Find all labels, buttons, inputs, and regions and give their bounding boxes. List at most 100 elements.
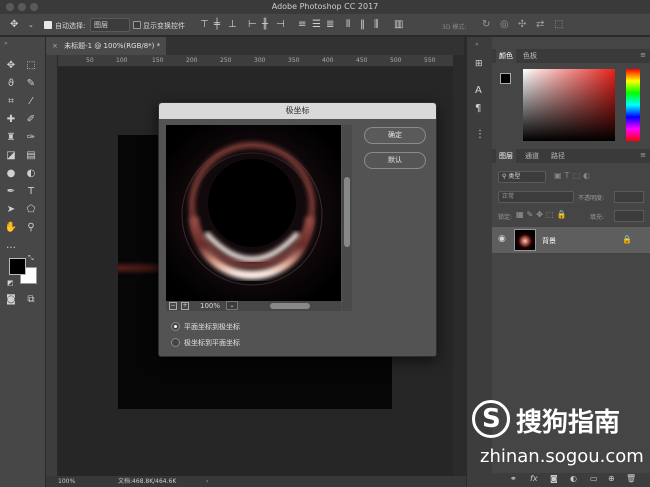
preview-vertical-scrollbar[interactable] (342, 125, 352, 311)
align-top-icon[interactable]: ⊤ (200, 19, 209, 30)
zoom-in-button[interactable]: + (181, 302, 189, 310)
dodge-tool-icon[interactable]: ◐ (24, 167, 38, 181)
paragraph-panel-icon[interactable]: ¶ (475, 103, 481, 114)
hue-slider[interactable] (626, 69, 640, 141)
eraser-tool-icon[interactable]: ◪ (4, 149, 18, 163)
scroll-thumb[interactable] (344, 177, 350, 247)
default-button[interactable]: 默认 (364, 152, 426, 169)
drag-3d-icon[interactable]: ✣ (518, 19, 526, 30)
swap-colors-icon[interactable]: ⤡ (28, 254, 34, 263)
panel-menu-icon[interactable]: ≡ (640, 51, 646, 59)
eyedropper-tool-icon[interactable]: ⁄ (24, 95, 38, 109)
ruler-tick: 350 (288, 57, 300, 64)
blend-mode-dropdown[interactable]: 正常 (498, 191, 574, 203)
ok-button[interactable]: 确定 (364, 127, 426, 144)
foreground-color-swatch[interactable] (9, 258, 26, 275)
gradient-tool-icon[interactable]: ▤ (24, 149, 38, 163)
chevron-down-icon[interactable]: ⌄ (28, 21, 34, 29)
tab-color[interactable]: 颜色 (496, 49, 516, 63)
auto-select-dropdown[interactable]: 图层 (90, 18, 130, 32)
file-size-info[interactable]: 文档:468.8K/464.6K (118, 476, 176, 487)
scale-3d-icon[interactable]: ⬚ (554, 19, 563, 30)
horizontal-scroll-thumb[interactable] (270, 303, 310, 309)
zoom-level[interactable]: 100% (58, 476, 75, 487)
more-tools-icon[interactable]: … (4, 239, 18, 253)
color-foreground-swatch[interactable] (500, 73, 511, 84)
zoom-dropdown-icon[interactable]: ⌄ (226, 301, 238, 310)
horizontal-ruler: 50 100 150 200 250 300 350 400 450 500 5… (58, 55, 453, 67)
lock-label: 锁定: (498, 214, 513, 221)
tab-channels[interactable]: 通道 (522, 149, 542, 163)
character-panel-icon[interactable]: A (475, 85, 482, 96)
visibility-eye-icon[interactable]: ◉ (498, 234, 506, 244)
screen-mode-icon[interactable]: ⧉ (24, 293, 38, 307)
distribute-right-icon[interactable]: ⫼ (374, 19, 379, 30)
auto-align-icon[interactable]: ▥ (394, 19, 403, 30)
rect-to-polar-label[interactable]: 平面坐标到极坐标 (184, 322, 240, 332)
ruler-tick: 200 (186, 57, 198, 64)
filter-preview[interactable] (166, 125, 341, 301)
fill-field[interactable] (614, 210, 644, 222)
rect-to-polar-radio[interactable] (171, 322, 180, 331)
history-panel-icon[interactable]: ⊞ (475, 59, 483, 69)
zoom-out-button[interactable]: − (169, 302, 177, 310)
rotate-3d-icon[interactable]: ↻ (482, 19, 490, 30)
hand-tool-icon[interactable]: ✋ (4, 221, 18, 235)
distribute-left-icon[interactable]: ⫴ (346, 19, 350, 30)
filter-icons[interactable]: ▣T⬚◐ (554, 171, 593, 180)
collapse-icon[interactable]: » (4, 40, 8, 47)
zoom-window-icon[interactable] (30, 3, 38, 11)
distribute-vcenter-icon[interactable]: ☰ (312, 19, 321, 30)
collapse-icon[interactable]: « (475, 41, 479, 48)
lock-icons[interactable]: ▦✎✥⬚🔒 (516, 210, 569, 219)
ruler-tick: 500 (390, 57, 402, 64)
move-tool-icon[interactable]: ✥ (4, 59, 18, 73)
layer-name[interactable]: 背景 (542, 236, 556, 246)
close-window-icon[interactable] (6, 3, 14, 11)
tab-paths[interactable]: 路径 (548, 149, 568, 163)
stamp-tool-icon[interactable]: ♜ (4, 131, 18, 145)
pen-tool-icon[interactable]: ✒ (4, 185, 18, 199)
panel-menu-icon[interactable]: ≡ (640, 151, 646, 159)
polar-to-rect-radio[interactable] (171, 338, 180, 347)
polar-to-rect-label[interactable]: 极坐标到平面坐标 (184, 338, 240, 348)
close-tab-icon[interactable]: × (52, 42, 58, 50)
properties-panel-icon[interactable]: ⋮ (475, 129, 485, 140)
healing-brush-tool-icon[interactable]: ✚ (4, 113, 18, 127)
color-picker-field[interactable] (523, 69, 615, 141)
default-colors-icon[interactable]: ◩ (7, 279, 14, 287)
history-brush-tool-icon[interactable]: ✑ (24, 131, 38, 145)
crop-tool-icon[interactable]: ⌗ (4, 95, 18, 109)
minimize-window-icon[interactable] (18, 3, 26, 11)
distribute-bottom-icon[interactable]: ≣ (326, 19, 334, 30)
lasso-tool-icon[interactable]: ϑ (4, 77, 18, 91)
marquee-tool-icon[interactable]: ⬚ (24, 59, 38, 73)
slide-3d-icon[interactable]: ⇄ (536, 19, 544, 30)
tab-layers[interactable]: 图层 (496, 149, 516, 163)
align-hcenter-icon[interactable]: ╫ (262, 19, 268, 30)
distribute-top-icon[interactable]: ≡ (298, 19, 306, 30)
layer-filter-dropdown[interactable]: ⚲ 类型 (498, 171, 546, 183)
shape-tool-icon[interactable]: ⬠ (24, 203, 38, 217)
quick-mask-icon[interactable]: ◙ (4, 293, 18, 307)
path-select-tool-icon[interactable]: ➤ (4, 203, 18, 217)
tab-swatches[interactable]: 色板 (520, 49, 540, 63)
align-vcenter-icon[interactable]: ╪ (214, 19, 220, 30)
zoom-tool-icon[interactable]: ⚲ (24, 221, 38, 235)
opacity-field[interactable] (614, 191, 644, 203)
type-tool-icon[interactable]: T (24, 185, 38, 199)
move-tool-options-icon[interactable]: ✥ (10, 19, 18, 30)
align-right-icon[interactable]: ⊣ (276, 19, 285, 30)
brush-tool-icon[interactable]: ✐ (24, 113, 38, 127)
chevron-right-icon[interactable]: › (206, 476, 208, 487)
show-transform-checkbox[interactable] (133, 21, 141, 29)
layer-row[interactable]: ◉ 背景 🔒 (492, 227, 650, 253)
document-tab[interactable]: × 未标题-1 @ 100%(RGB/8*) * (46, 37, 167, 55)
align-left-icon[interactable]: ⊢ (248, 19, 257, 30)
align-bottom-icon[interactable]: ⊥ (228, 19, 237, 30)
auto-select-checkbox[interactable] (44, 21, 52, 29)
quick-select-tool-icon[interactable]: ✎ (24, 77, 38, 91)
blur-tool-icon[interactable]: ● (4, 167, 18, 181)
roll-3d-icon[interactable]: ◎ (500, 19, 509, 30)
distribute-hcenter-icon[interactable]: ‖ (360, 19, 365, 30)
